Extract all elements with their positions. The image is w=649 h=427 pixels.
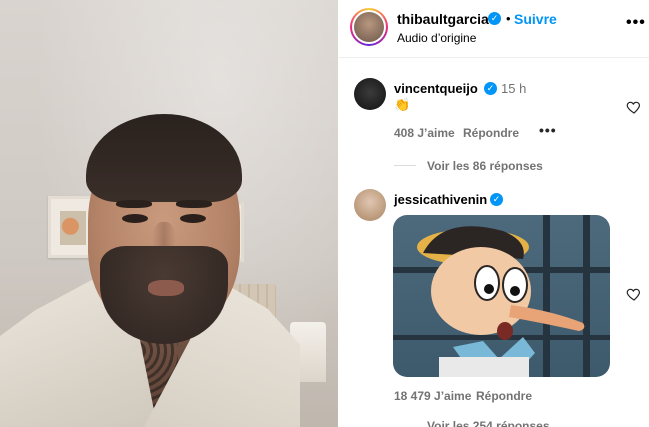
comment-username[interactable]: vincentqueijo [394,81,478,96]
comment-likes[interactable]: 18 479 J’aime [394,389,471,403]
view-replies-line [394,165,416,166]
header-separator: • [506,11,511,26]
comment-time[interactable]: 15 h [501,81,526,96]
commenter-avatar[interactable] [354,78,386,110]
video-player[interactable] [0,0,338,427]
view-replies-button[interactable]: Voir les 86 réponses [427,159,543,173]
heart-icon[interactable] [626,286,642,302]
verified-badge-icon: ✓ [490,193,503,206]
clapping-hands-emoji-icon: 👏 [394,97,411,112]
person-eye-left [122,214,148,223]
person-mouth [148,280,184,296]
verified-badge-icon: ✓ [484,82,497,95]
comments-panel: thibaultgarcia ✓ • Suivre Audio d’origin… [338,0,649,427]
post-header: thibaultgarcia ✓ • Suivre Audio d’origin… [338,0,649,58]
reply-button[interactable]: Répondre [463,126,519,140]
comment-likes[interactable]: 408 J’aime [394,126,455,140]
person-eyebrow-left [116,200,152,208]
comment-username[interactable]: jessicathivenin [394,192,487,207]
author-avatar[interactable] [350,8,388,46]
more-options-icon[interactable]: ••• [626,14,646,32]
verified-badge-icon: ✓ [488,12,501,25]
view-replies-button[interactable]: Voir les 254 réponses [427,419,550,427]
heart-icon[interactable] [626,99,642,115]
pinocchio-illustration [417,226,585,377]
person-eyebrow-right [176,200,212,208]
person-eye-right [180,214,206,223]
audio-link[interactable]: Audio d’origine [397,31,476,45]
comment-options-icon[interactable]: ••• [539,122,557,138]
author-username[interactable]: thibaultgarcia [397,11,489,27]
pinocchio-gif[interactable] [393,215,610,377]
avatar-image [354,12,384,42]
follow-button[interactable]: Suivre [514,11,557,27]
reply-button[interactable]: Répondre [476,389,532,403]
commenter-avatar[interactable] [354,189,386,221]
